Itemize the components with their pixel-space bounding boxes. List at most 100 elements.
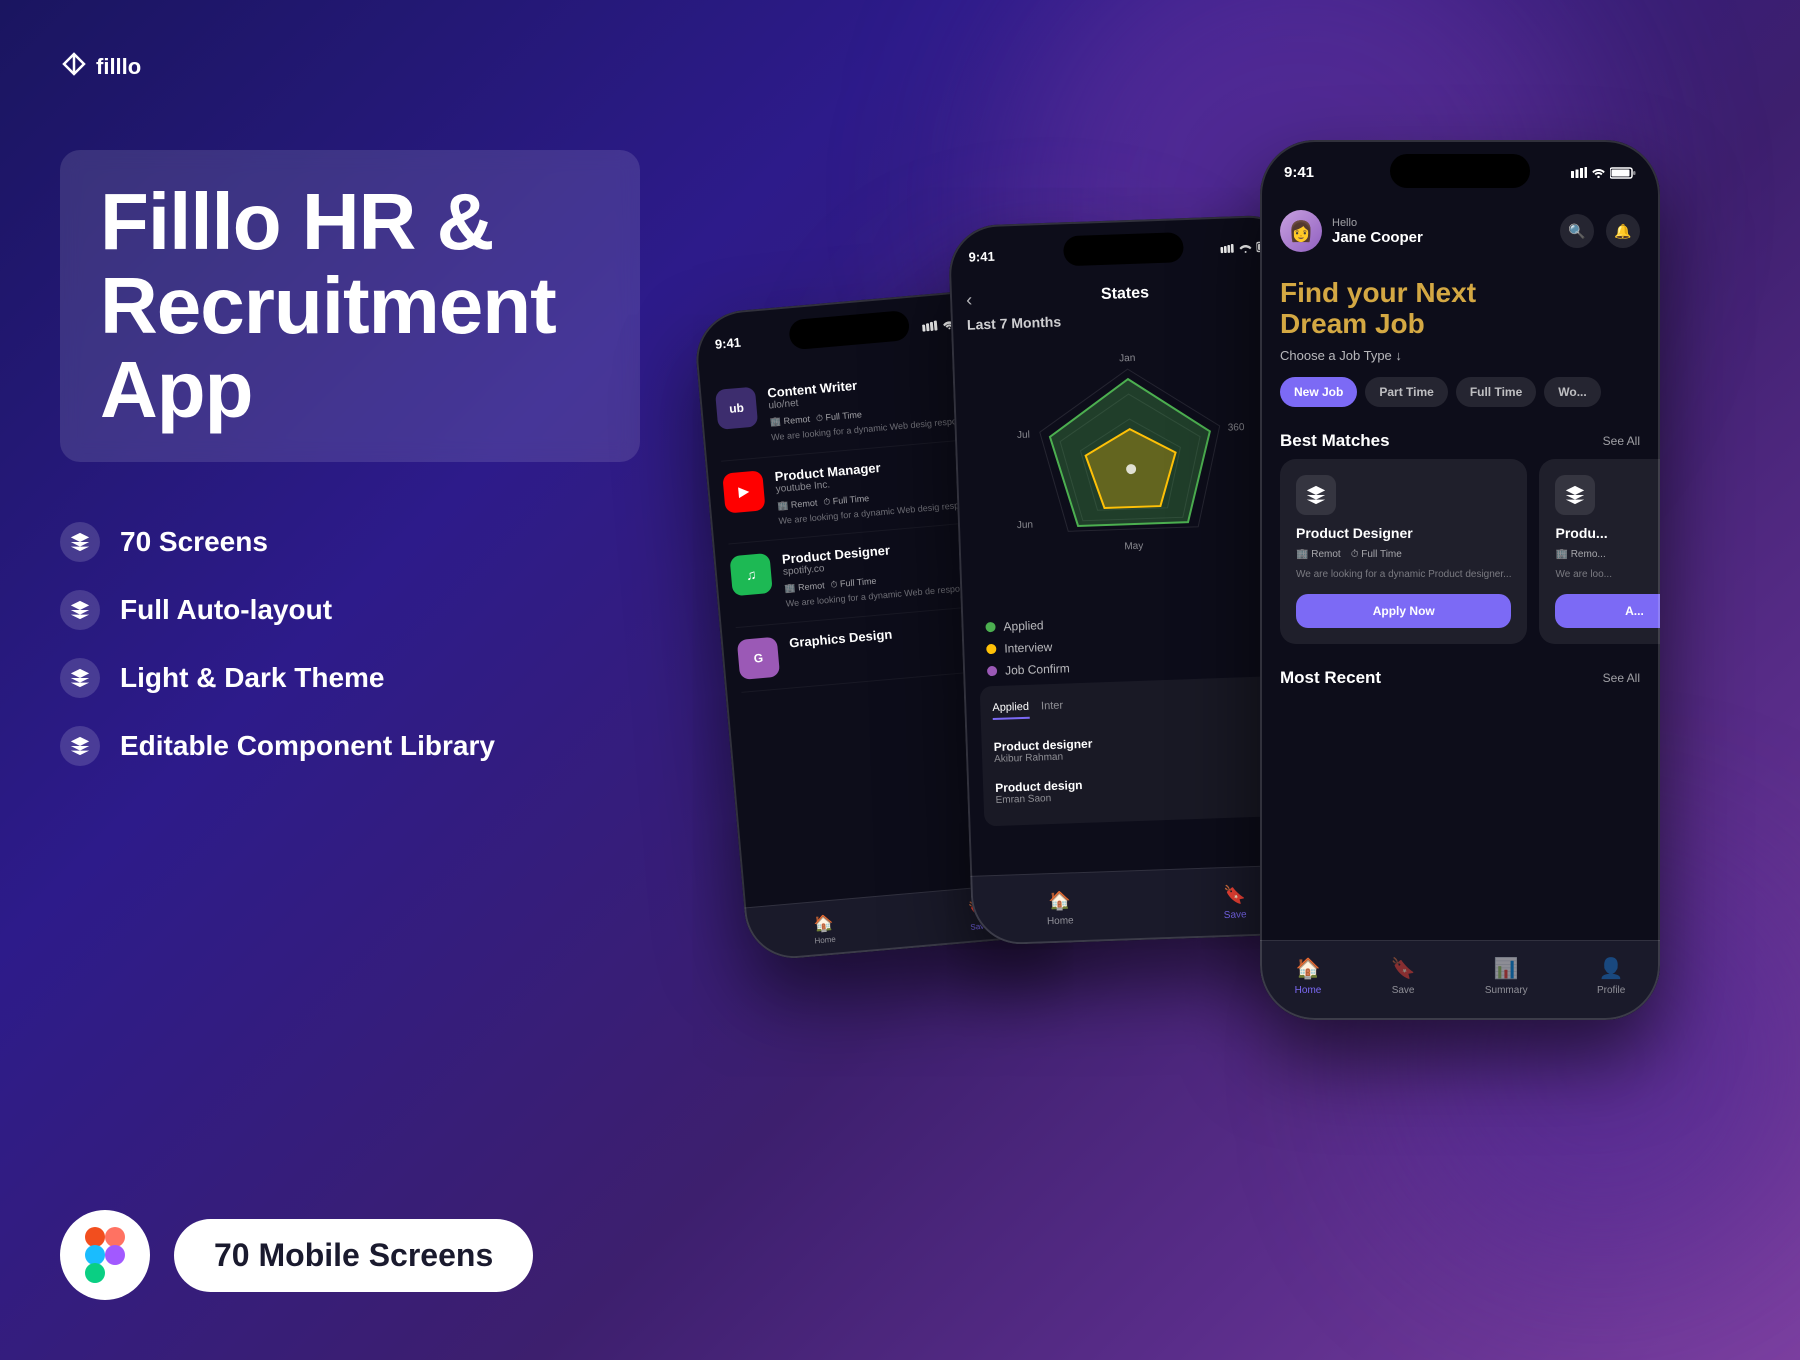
- radar-chart: Jan 360 Jul Jun May: [997, 335, 1266, 604]
- profile-label-right: Profile: [1597, 985, 1625, 996]
- apply-now-button[interactable]: Apply Now: [1296, 594, 1511, 628]
- match-card-icon-1: [1555, 475, 1595, 515]
- tab-home-left[interactable]: 🏠 Home: [812, 912, 836, 945]
- see-all-recent[interactable]: See All: [1603, 671, 1640, 685]
- tab-applied[interactable]: Applied: [992, 697, 1029, 720]
- svg-text:May: May: [1124, 541, 1143, 553]
- feature-library: Editable Component Library: [60, 726, 640, 766]
- notification-icon-btn[interactable]: 🔔: [1606, 214, 1640, 248]
- tab-inter[interactable]: Inter: [1041, 696, 1064, 719]
- feature-text-theme: Light & Dark Theme: [120, 662, 384, 694]
- job-type-tabs: New Job Part Time Full Time Wo...: [1280, 377, 1640, 407]
- save-label-mid: Save: [1224, 909, 1247, 921]
- match-desc-0: We are looking for a dynamic Product des…: [1296, 568, 1511, 582]
- period-label: Last 7 Months: [967, 306, 1285, 333]
- applied-section: Applied Inter Product designer Akibur Ra…: [980, 675, 1303, 826]
- status-time-left: 9:41: [714, 335, 741, 352]
- feature-icon-layout: [60, 590, 100, 630]
- save-label-right: Save: [1392, 985, 1415, 996]
- choose-type: Choose a Job Type ↓: [1280, 348, 1640, 363]
- tab-save-right[interactable]: 🔖 Save: [1391, 956, 1416, 996]
- legend-text-interview: Interview: [1004, 640, 1052, 656]
- match-card-0: Product Designer 🏢 Remot ⏱ Full Time We …: [1280, 459, 1527, 644]
- dream-title: Find your Next Dream Job: [1280, 278, 1640, 340]
- save-icon-mid: 🔖: [1223, 884, 1246, 906]
- job-tag-remot-1: 🏢 Remot: [777, 497, 818, 511]
- match-desc-1: We are loo...: [1555, 568, 1660, 582]
- states-title: States: [1101, 284, 1150, 304]
- tab-save-mid[interactable]: 🔖 Save: [1223, 884, 1247, 921]
- see-all-best[interactable]: See All: [1603, 434, 1640, 448]
- right-header: 👩 Hello Jane Cooper 🔍 🔔: [1260, 200, 1660, 262]
- applied-tabs: Applied Inter: [992, 688, 1287, 720]
- tab-work[interactable]: Wo...: [1544, 377, 1600, 407]
- feature-icon-theme: [60, 658, 100, 698]
- feature-text-library: Editable Component Library: [120, 730, 495, 762]
- search-icon-btn[interactable]: 🔍: [1560, 214, 1594, 248]
- feature-text-layout: Full Auto-layout: [120, 594, 332, 626]
- figma-badge[interactable]: [60, 1210, 150, 1300]
- home-icon-mid: 🏠: [1048, 890, 1071, 912]
- header-icons: 🔍 🔔: [1560, 214, 1640, 248]
- bottom-badges: 70 Mobile Screens: [60, 1210, 533, 1300]
- legend-text-confirm: Job Confirm: [1005, 661, 1070, 677]
- match-card-icon-0: [1296, 475, 1336, 515]
- apply-button-1[interactable]: A...: [1555, 594, 1660, 628]
- tab-summary-right[interactable]: 📊 Summary: [1485, 956, 1528, 996]
- hero-title: Filllo HR & Recruitment App: [100, 180, 600, 432]
- job-logo-3: G: [737, 637, 780, 680]
- feature-screens: 70 Screens: [60, 522, 640, 562]
- best-matches-scroll: Product Designer 🏢 Remot ⏱ Full Time We …: [1260, 459, 1660, 644]
- match-job-title-1: Produ...: [1555, 525, 1660, 541]
- svg-text:Jan: Jan: [1119, 353, 1135, 365]
- home-icon-right: 🏠: [1296, 956, 1321, 981]
- tab-full-time[interactable]: Full Time: [1456, 377, 1536, 407]
- feature-layout: Full Auto-layout: [60, 590, 640, 630]
- job-tag-time-0: ⏱ Full Time: [816, 409, 863, 424]
- match-tags-0: 🏢 Remot ⏱ Full Time: [1296, 549, 1511, 560]
- phone-right-content: 👩 Hello Jane Cooper 🔍 🔔 Find your Next D…: [1260, 200, 1660, 1020]
- most-recent-title: Most Recent: [1280, 668, 1381, 688]
- legend-confirm: Job Confirm: [987, 654, 1289, 679]
- tab-new-job[interactable]: New Job: [1280, 377, 1357, 407]
- tab-part-time[interactable]: Part Time: [1365, 377, 1447, 407]
- legend-text-applied: Applied: [1003, 618, 1043, 633]
- save-icon-right: 🔖: [1391, 956, 1416, 981]
- legend-dot-applied: [985, 622, 995, 632]
- home-label-right: Home: [1295, 985, 1322, 996]
- match-tags-1: 🏢 Remo...: [1555, 549, 1660, 560]
- radar-svg: Jan 360 Jul Jun May: [997, 335, 1266, 604]
- feature-theme: Light & Dark Theme: [60, 658, 640, 698]
- status-legend: Applied Interview Job Confirm: [977, 609, 1297, 678]
- job-logo-1: ▶: [722, 470, 765, 513]
- match-card-1: Produ... 🏢 Remo... We are loo... A...: [1539, 459, 1660, 644]
- user-name: Jane Cooper: [1332, 229, 1423, 246]
- tab-home-mid[interactable]: 🏠 Home: [1046, 890, 1074, 927]
- brand-name: filllo: [96, 54, 141, 80]
- match-tag-time-0: ⏱ Full Time: [1351, 549, 1402, 560]
- profile-icon-right: 👤: [1599, 956, 1624, 981]
- job-logo-0: ub: [715, 387, 758, 430]
- legend-dot-confirm: [987, 666, 997, 676]
- best-matches-title: Best Matches: [1280, 431, 1390, 451]
- screens-count-badge[interactable]: 70 Mobile Screens: [174, 1219, 533, 1292]
- logo-icon: [60, 50, 88, 84]
- status-icons-right: [1571, 167, 1636, 179]
- tab-profile-right[interactable]: 👤 Profile: [1597, 956, 1625, 996]
- screens-count-text: 70 Mobile Screens: [214, 1237, 493, 1273]
- status-time-right: 9:41: [1284, 164, 1314, 181]
- back-arrow[interactable]: ‹: [966, 289, 973, 310]
- svg-text:Jun: Jun: [1017, 520, 1033, 532]
- phone-right-tab-bar: 🏠 Home 🔖 Save 📊 Summary 👤 Profile: [1260, 940, 1660, 1020]
- summary-label-right: Summary: [1485, 985, 1528, 996]
- home-label-mid: Home: [1047, 915, 1074, 927]
- match-job-title-0: Product Designer: [1296, 525, 1511, 541]
- match-tag-remot-1: 🏢 Remo...: [1555, 549, 1605, 560]
- job-tag-time-1: ⏱ Full Time: [823, 493, 870, 508]
- feature-text-screens: 70 Screens: [120, 526, 268, 558]
- tab-home-right[interactable]: 🏠 Home: [1295, 956, 1322, 996]
- phone-middle-notch: [1063, 232, 1184, 266]
- user-info: Hello Jane Cooper: [1332, 217, 1423, 246]
- dream-job-section: Find your Next Dream Job Choose a Job Ty…: [1260, 262, 1660, 417]
- features-list: 70 Screens Full Auto-layout Light & Dark…: [60, 522, 640, 766]
